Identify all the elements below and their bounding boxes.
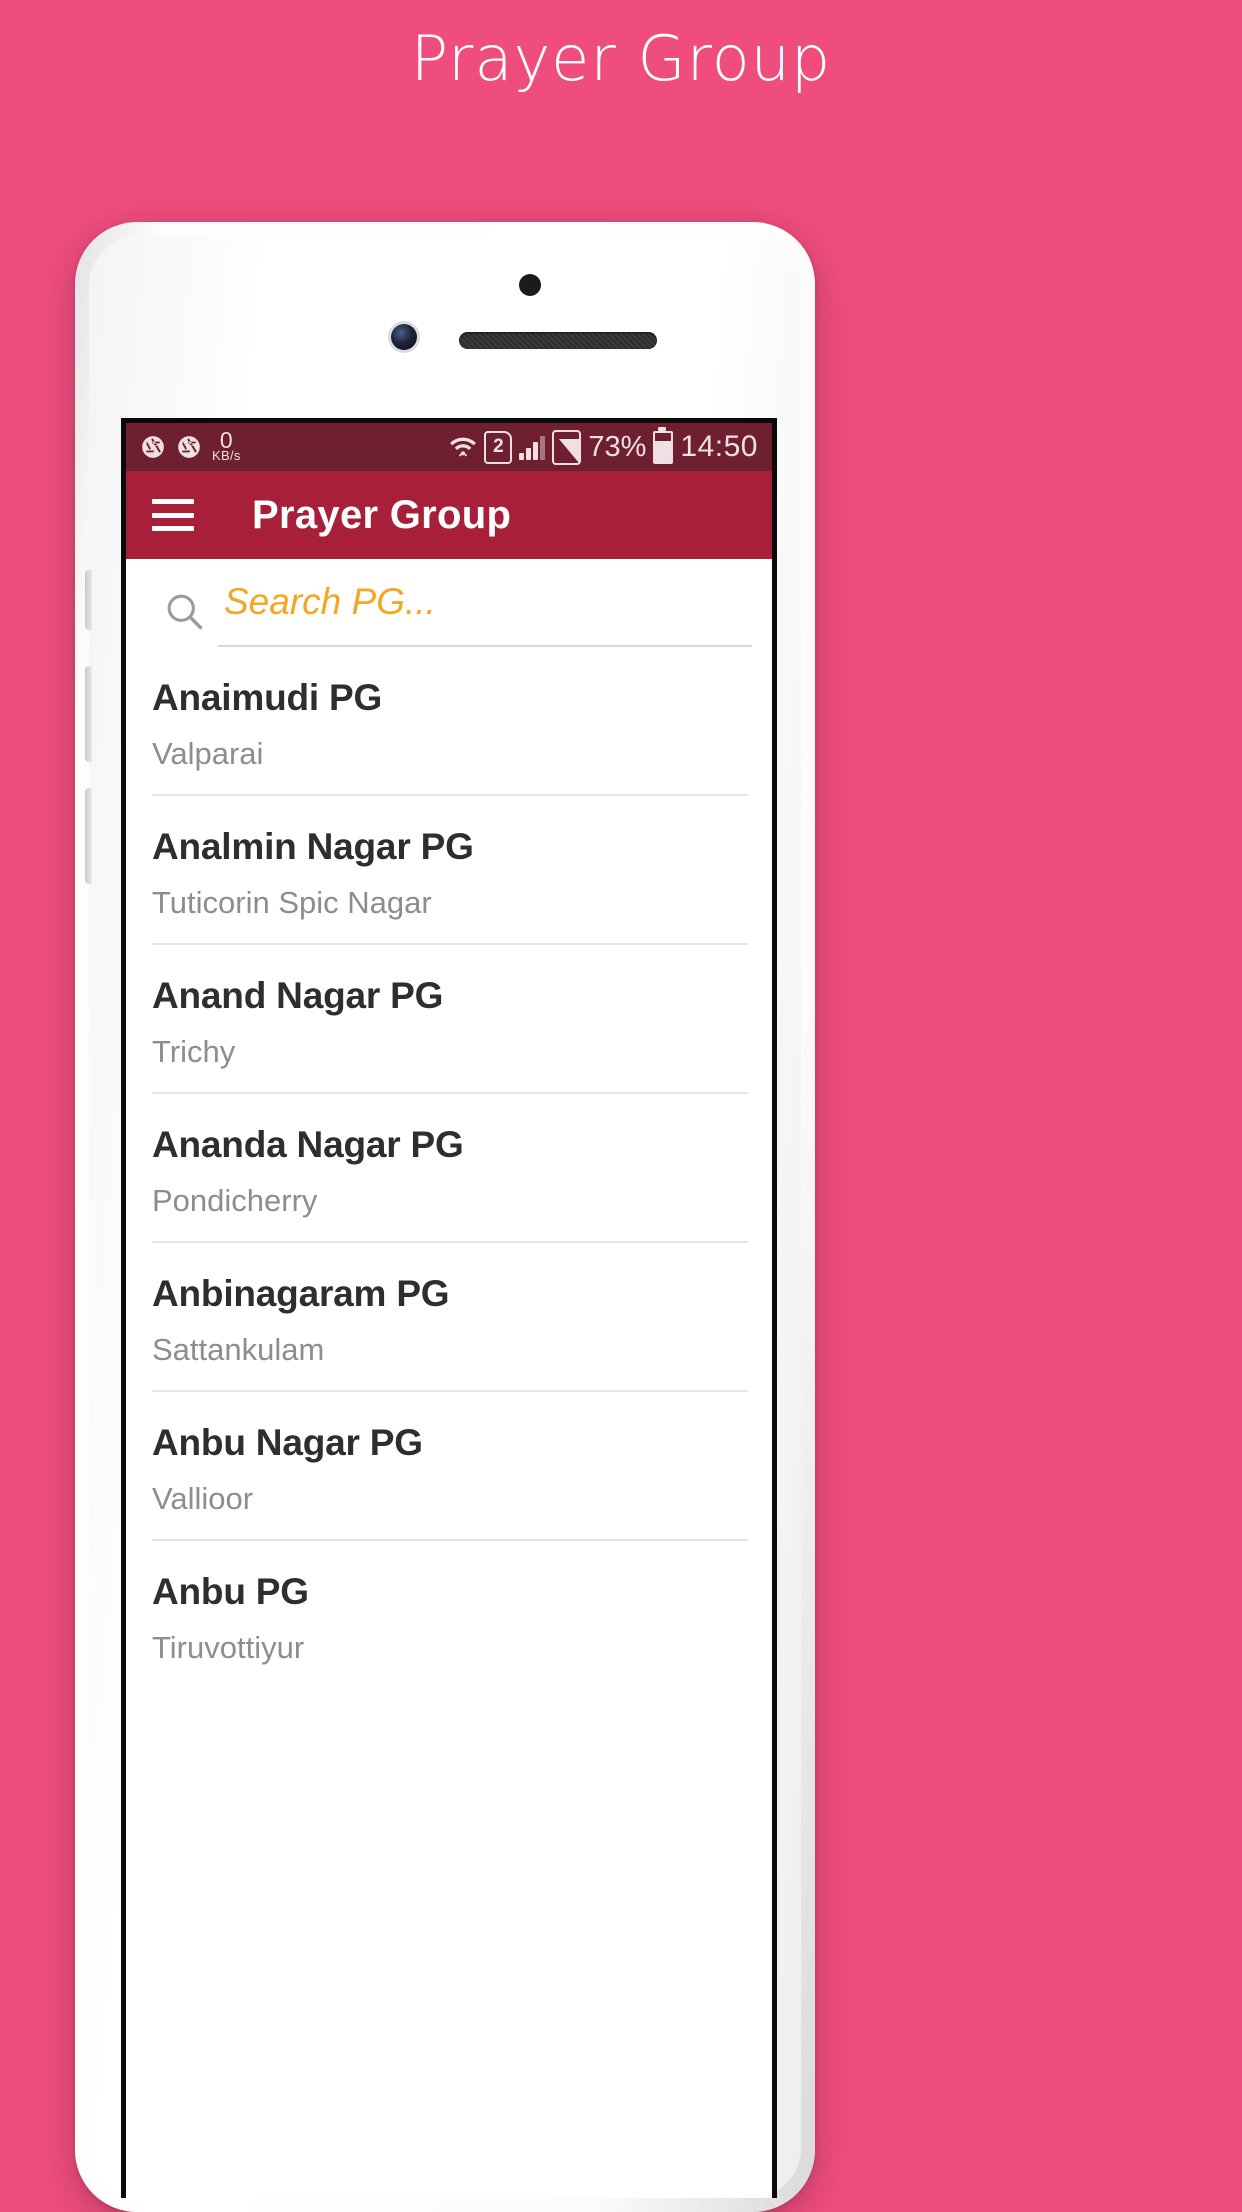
list-item-location: Vallioor: [152, 1481, 748, 1541]
wifi-icon: [450, 437, 477, 457]
list-item[interactable]: Anand Nagar PG Trichy: [126, 945, 772, 1094]
phone-body: 0 KB/s 2 73% 14:50 Prayer Group Search P…: [85, 236, 801, 2198]
search-field-underline: [218, 581, 752, 647]
list-item-name: Analmin Nagar PG: [152, 826, 474, 867]
app-bar-title: Prayer Group: [252, 492, 512, 537]
status-bar-clock: 14:50: [680, 430, 758, 463]
app-bar: Prayer Group: [126, 471, 772, 559]
list-item-location: Sattankulam: [152, 1332, 748, 1392]
shutter-icon: [142, 436, 164, 458]
list-item[interactable]: Anaimudi PG Valparai: [126, 647, 772, 796]
prayer-group-list: Anaimudi PG Valparai Analmin Nagar PG Tu…: [126, 647, 772, 1688]
list-item[interactable]: Anbu PG Tiruvottiyur: [126, 1541, 772, 1688]
list-item-location: Trichy: [152, 1034, 748, 1094]
list-item-location: Pondicherry: [152, 1183, 748, 1243]
battery-icon: [653, 426, 674, 464]
proximity-sensor-icon: [519, 274, 541, 296]
phone-mockup: 0 KB/s 2 73% 14:50 Prayer Group Search P…: [75, 222, 815, 2212]
list-item[interactable]: Anbu Nagar PG Vallioor: [126, 1392, 772, 1541]
signal-box-icon: [552, 429, 582, 465]
status-bar-right: 2 73% 14:50: [449, 426, 758, 465]
list-item[interactable]: Ananda Nagar PG Pondicherry: [126, 1094, 772, 1243]
status-bar: 0 KB/s 2 73% 14:50: [126, 423, 772, 471]
search-input[interactable]: [224, 581, 752, 623]
list-item-location: Tiruvottiyur: [152, 1630, 305, 1665]
list-item-location: Tuticorin Spic Nagar: [152, 885, 748, 945]
network-speed-unit: KB/s: [212, 448, 241, 464]
search-bar: [126, 559, 772, 647]
network-speed-indicator: 0 KB/s: [212, 426, 241, 464]
front-camera-icon: [391, 324, 417, 350]
list-item-name: Ananda Nagar PG: [152, 1124, 464, 1165]
volume-down-button[interactable]: [85, 788, 92, 884]
page-title: Prayer Group: [410, 22, 832, 95]
shutter-icon: [178, 436, 200, 458]
phone-screen: 0 KB/s 2 73% 14:50 Prayer Group Search P…: [121, 418, 777, 2198]
list-item-location: Valparai: [152, 736, 748, 796]
list-item-name: Anaimudi PG: [152, 677, 383, 718]
status-bar-left: 0 KB/s: [140, 426, 241, 464]
silent-switch[interactable]: [85, 570, 92, 630]
list-item-name: Anbu PG: [152, 1571, 309, 1612]
list-item[interactable]: Analmin Nagar PG Tuticorin Spic Nagar: [126, 796, 772, 945]
earpiece-speaker-icon: [459, 332, 657, 349]
battery-percent: 73%: [588, 430, 647, 463]
list-item[interactable]: Anbinagaram PG Sattankulam: [126, 1243, 772, 1392]
sim-indicator: 2: [484, 430, 513, 464]
list-item-name: Anbu Nagar PG: [152, 1422, 423, 1463]
volume-up-button[interactable]: [85, 666, 92, 762]
list-item-name: Anand Nagar PG: [152, 975, 444, 1016]
hamburger-menu-icon[interactable]: [152, 499, 194, 531]
list-item-name: Anbinagaram PG: [152, 1273, 450, 1314]
search-icon[interactable]: [162, 589, 206, 633]
network-speed-value: 0: [219, 426, 233, 453]
signal-bars-icon: [519, 434, 546, 460]
